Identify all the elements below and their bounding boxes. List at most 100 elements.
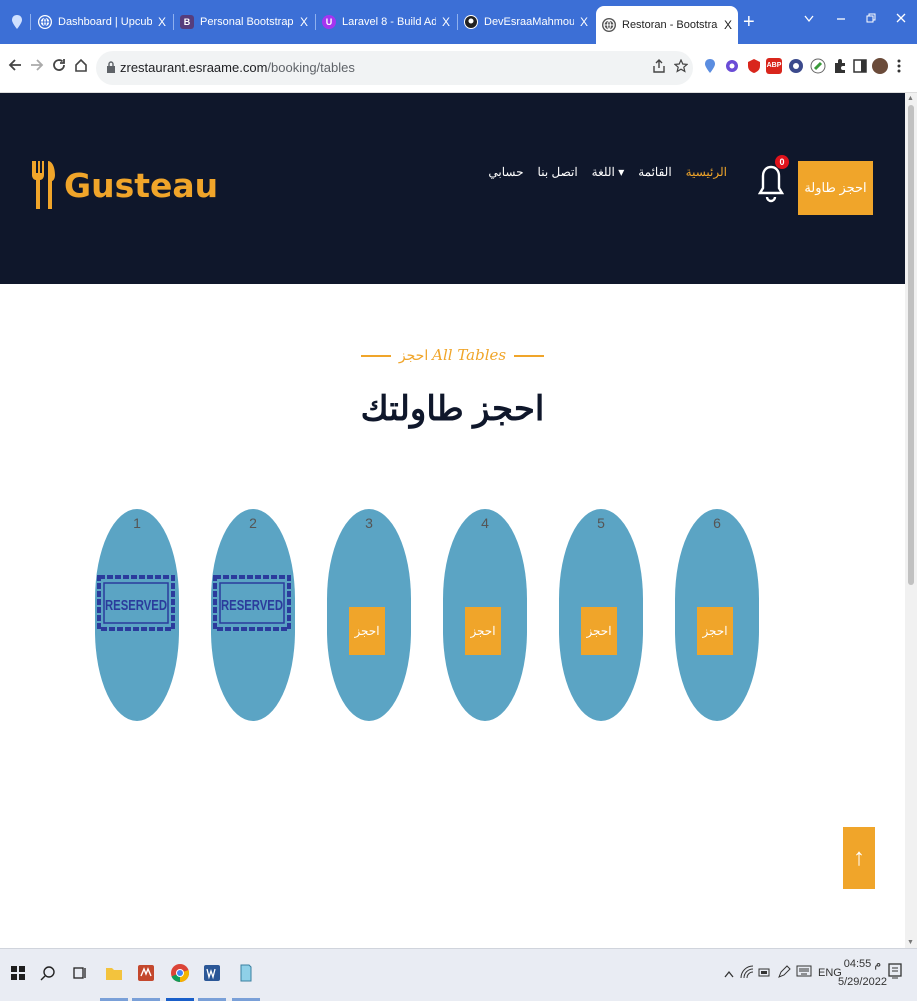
scroll-up-arrow-icon[interactable]: ▲ [907,95,914,102]
extensions-puzzle-icon[interactable] [832,58,848,74]
notepad-app-icon[interactable] [234,961,258,985]
close-window-icon[interactable] [896,10,906,26]
table-item: 4 احجز [443,509,527,721]
home-icon[interactable] [74,56,88,77]
circle-extension-icon[interactable] [788,58,804,74]
subtitle-arabic: احجز [398,347,429,363]
page-viewport: Gusteau الرئيسية القائمة اللغة ▾ اتصل بن… [0,93,905,948]
map-pin-icon [10,15,24,29]
udemy-icon: U [322,15,336,29]
restore-icon[interactable] [866,10,876,26]
tab-title: Laravel 8 - Build Advance E [342,16,436,28]
tab-title: DevEsraaMahmoud/Ecomm [484,16,574,28]
adblock-extension-icon[interactable]: ABP [766,58,782,74]
nav-home[interactable]: الرئيسية [686,165,727,179]
reserved-stamp: RESERVED [213,575,291,631]
file-explorer-icon[interactable] [102,961,126,985]
reserve-table-button[interactable]: احجز [465,607,501,655]
back-to-top-button[interactable]: ↑ [843,827,875,889]
globe-icon [602,18,616,32]
stamp-text: RESERVED [105,597,167,614]
notification-center-icon[interactable] [888,963,902,982]
keyboard-icon[interactable] [796,965,812,980]
table-item: 5 احجز [559,509,643,721]
menu-dots-icon[interactable] [896,58,912,74]
nav-language-dropdown[interactable]: اللغة ▾ [592,165,625,179]
notifications-button[interactable]: 0 [758,155,789,205]
nav-menu[interactable]: القائمة [638,165,671,179]
tab-close-icon[interactable]: X [442,15,450,29]
share-icon[interactable] [652,59,666,77]
table-item: 2 RESERVED [211,509,295,721]
tab-github[interactable]: DevEsraaMahmoud/Ecomm X [458,6,594,38]
system-clock[interactable]: 04:55 م 5/29/2022 [838,955,887,991]
pin-extension-icon[interactable] [702,58,718,74]
table-number: 4 [481,515,489,531]
profile-avatar[interactable] [872,58,888,74]
table-number: 1 [133,515,141,531]
section-subtitle: احجز All Tables [0,346,905,364]
tab-bootstrap[interactable]: B Personal Bootstrap Templat X [174,6,314,38]
tab-title: Restoran - Bootstrap Restau [622,19,718,31]
table-item: 1 RESERVED [95,509,179,721]
table-item: 6 احجز [675,509,759,721]
tab-separator [30,14,31,30]
red-shield-extension-icon[interactable] [746,58,762,74]
task-view-icon[interactable] [68,961,92,985]
windows-start-icon[interactable] [6,961,30,985]
chrome-icon[interactable] [168,961,192,985]
url-path: /booking/tables [267,60,355,75]
subtitle-line-left [360,355,391,358]
scrollbar-thumb[interactable] [908,105,914,585]
fork-knife-icon [32,161,55,209]
tab-search-icon[interactable] [804,10,814,26]
battery-icon[interactable] [757,965,771,982]
github-icon [464,15,478,29]
reserve-table-button[interactable]: احجز [697,607,733,655]
browser-toolbar: zrestaurant.esraame.com/booking/tables A… [0,44,917,93]
bookmark-star-icon[interactable] [673,58,689,77]
pen-icon[interactable] [777,965,791,982]
site-logo[interactable]: Gusteau [30,159,218,211]
side-panel-icon[interactable] [852,58,868,74]
lock-icon [107,61,115,73]
word-icon[interactable] [200,961,224,985]
tab-close-icon[interactable]: X [158,15,166,29]
wamp-app-icon[interactable] [134,961,158,985]
tab-dashboard[interactable]: Dashboard | Upcube - Adm X [32,6,172,38]
subtitle-english: All Tables [432,346,507,364]
page-scrollbar[interactable]: ▲ ▼ [905,93,917,948]
back-arrow-icon[interactable] [8,56,22,77]
main-nav: الرئيسية القائمة اللغة ▾ اتصل بنا حسابي [488,165,727,179]
tab-title: Personal Bootstrap Templat [200,16,294,28]
clock-time: 04:55 م [843,958,882,970]
tray-chevron-icon[interactable] [724,967,734,981]
search-icon[interactable] [36,961,60,985]
tab-close-icon[interactable]: X [580,15,588,29]
url-domain: zrestaurant.esraame.com [120,60,268,75]
address-bar[interactable]: zrestaurant.esraame.com/booking/tables [96,51,693,85]
forward-arrow-icon[interactable] [30,56,44,77]
browser-tab-strip: Dashboard | Upcube - Adm X B Personal Bo… [0,0,917,44]
clock-date: 5/29/2022 [838,976,887,988]
puzzle-color-extension-icon[interactable] [724,58,740,74]
tab-pinned[interactable] [4,6,28,38]
book-table-button[interactable]: احجز طاولة [798,161,873,215]
tab-laravel[interactable]: U Laravel 8 - Build Advance E X [316,6,456,38]
reserve-table-button[interactable]: احجز [581,607,617,655]
reload-icon[interactable] [52,56,66,77]
tab-close-icon[interactable]: X [300,15,308,29]
tab-restoran-active[interactable]: Restoran - Bootstrap Restau X [596,6,738,44]
minimize-icon[interactable] [836,10,846,26]
wifi-icon[interactable] [740,965,754,982]
nav-account[interactable]: حسابي [488,165,523,179]
new-tab-button[interactable]: + [743,12,755,32]
table-number: 5 [597,515,605,531]
reserved-stamp: RESERVED [97,575,175,631]
scroll-down-arrow-icon[interactable]: ▼ [907,939,914,946]
table-number: 6 [713,515,721,531]
reserve-table-button[interactable]: احجز [349,607,385,655]
nav-contact[interactable]: اتصل بنا [538,165,578,179]
tab-close-icon[interactable]: X [724,18,732,32]
green-extension-icon[interactable] [810,58,826,74]
